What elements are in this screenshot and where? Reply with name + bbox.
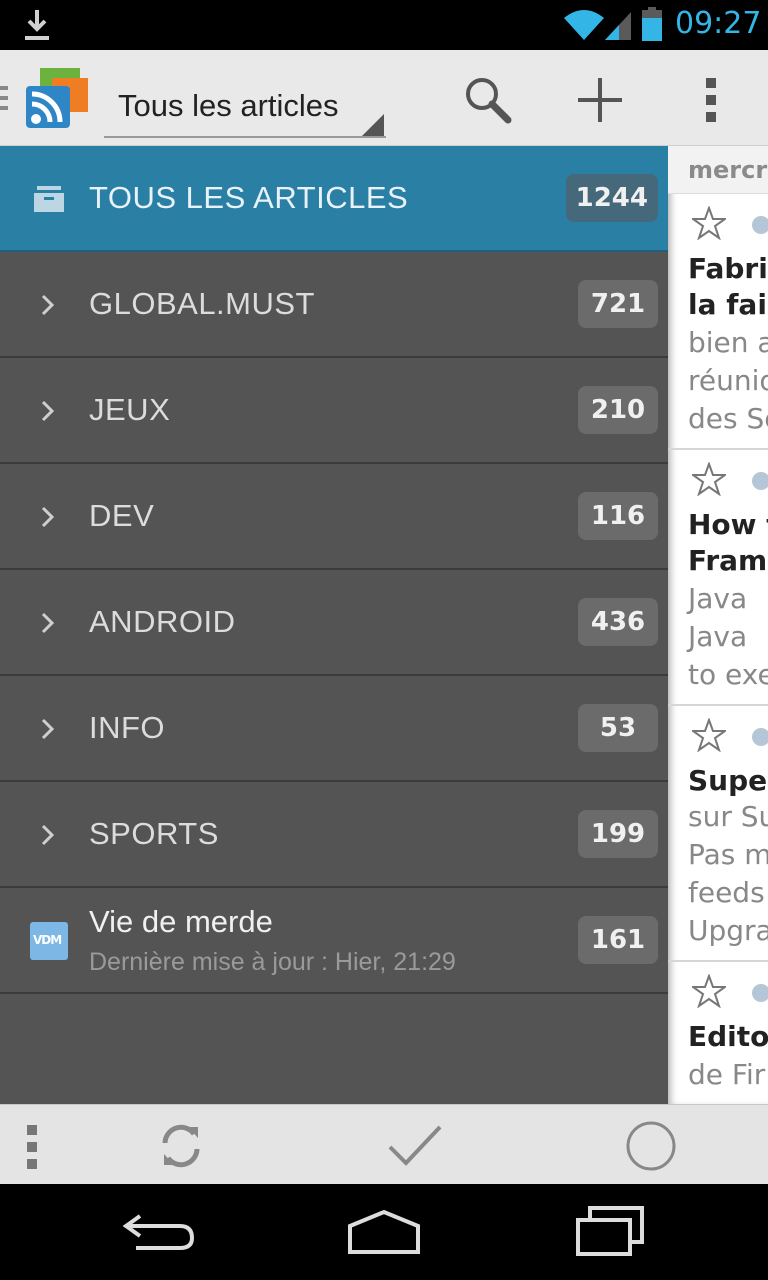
feed-spinner[interactable]: Tous les articles — [104, 60, 386, 138]
article-excerpt: bien a — [688, 326, 768, 359]
search-icon[interactable] — [462, 74, 514, 126]
drawer-item-all-articles[interactable]: TOUS LES ARTICLES 1244 — [0, 146, 668, 252]
circle-icon[interactable] — [624, 1119, 678, 1173]
article-excerpt: réunio — [688, 364, 768, 397]
unread-count-badge: 210 — [578, 386, 658, 434]
refresh-icon[interactable] — [156, 1121, 206, 1171]
overflow-icon[interactable] — [700, 74, 724, 126]
article-title: Fabric — [688, 252, 768, 285]
drawer-item-sports[interactable]: SPORTS 199 — [0, 782, 668, 888]
star-icon[interactable] — [692, 974, 726, 1008]
overflow-icon[interactable] — [22, 1123, 42, 1171]
app-logo-icon[interactable] — [26, 68, 90, 130]
feed-last-update: Dernière mise à jour : Hier, 21:29 — [89, 948, 456, 976]
add-icon[interactable] — [574, 74, 626, 126]
home-icon[interactable] — [344, 1208, 424, 1256]
system-nav-bar — [0, 1184, 768, 1280]
unread-count-badge: 436 — [578, 598, 658, 646]
drawer-item-jeux[interactable]: JEUX 210 — [0, 358, 668, 464]
article-excerpt: Pas m — [688, 838, 768, 871]
article-excerpt: feeds — [688, 876, 765, 909]
article-title: Super — [688, 764, 768, 797]
article-excerpt: de Fir — [688, 1058, 766, 1091]
feed-favicon: VDM — [30, 922, 68, 960]
drawer-item-label: DEV — [89, 498, 155, 533]
drawer-item-label: TOUS LES ARTICLES — [89, 180, 409, 215]
chevron-right-icon[interactable] — [38, 714, 58, 744]
star-icon[interactable] — [692, 206, 726, 240]
download-icon — [25, 10, 49, 40]
chevron-right-icon[interactable] — [38, 396, 58, 426]
unread-count-badge: 116 — [578, 492, 658, 540]
unread-dot — [752, 472, 768, 490]
unread-count-badge: 53 — [578, 704, 658, 752]
status-bar: 09:27 — [0, 0, 768, 50]
article-excerpt: des Se — [688, 402, 768, 435]
drawer-item-label: INFO — [89, 710, 166, 745]
article-card[interactable]: Fabric la fair bien a réunio des Se — [668, 194, 768, 450]
drawer-item-dev[interactable]: DEV 116 — [0, 464, 668, 570]
chevron-right-icon[interactable] — [38, 502, 58, 532]
archive-icon — [34, 186, 64, 212]
unread-dot — [752, 984, 768, 1002]
unread-count-badge: 199 — [578, 810, 658, 858]
spinner-triangle-icon — [362, 114, 384, 136]
unread-dot — [752, 728, 768, 746]
article-title: How t — [688, 508, 768, 541]
drawer-item-label: ANDROID — [89, 604, 236, 639]
action-bar: Tous les articles — [0, 50, 768, 146]
article-title: Frame — [688, 544, 768, 577]
drawer-item-label: JEUX — [89, 392, 171, 427]
feed-title: Vie de merde — [89, 904, 273, 939]
spinner-title: Tous les articles — [118, 88, 339, 123]
navigation-drawer: TOUS LES ARTICLES 1244 GLOBAL.MUST 721 J… — [0, 146, 668, 1104]
unread-count-badge: 721 — [578, 280, 658, 328]
drawer-feed-vie-de-merde[interactable]: VDM Vie de merde Dernière mise à jour : … — [0, 888, 668, 994]
article-excerpt: sur Su — [688, 800, 768, 833]
chevron-right-icon[interactable] — [38, 290, 58, 320]
drawer-item-info[interactable]: INFO 53 — [0, 676, 668, 782]
back-icon[interactable] — [120, 1210, 200, 1254]
article-card[interactable]: Edito de Fir — [668, 962, 768, 1104]
drawer-item-label: GLOBAL.MUST — [89, 286, 315, 321]
battery-icon — [642, 7, 662, 41]
star-icon[interactable] — [692, 462, 726, 496]
drawer-item-android[interactable]: ANDROID 436 — [0, 570, 668, 676]
article-card[interactable]: How t Frame Java Java to exe — [668, 450, 768, 706]
article-title: Edito — [688, 1020, 768, 1053]
unread-dot — [752, 216, 768, 234]
article-title: la fair — [688, 288, 768, 321]
wifi-icon — [564, 10, 604, 40]
star-icon[interactable] — [692, 718, 726, 752]
mark-read-icon[interactable] — [386, 1123, 444, 1169]
article-excerpt: Java — [688, 582, 748, 615]
chevron-right-icon[interactable] — [38, 608, 58, 638]
drawer-item-label: SPORTS — [89, 816, 219, 851]
article-excerpt: Upgra — [688, 914, 768, 947]
bottom-toolbar — [0, 1104, 768, 1184]
chevron-right-icon[interactable] — [38, 820, 58, 850]
unread-count-badge: 161 — [578, 916, 658, 964]
signal-icon — [605, 12, 631, 40]
article-list[interactable]: mercre Fabric la fair bien a réunio des … — [668, 146, 768, 1104]
status-time: 09:27 — [675, 6, 762, 41]
drawer-indicator-icon[interactable] — [0, 84, 10, 114]
recents-icon[interactable] — [572, 1204, 648, 1258]
article-excerpt: to exe — [688, 658, 768, 691]
unread-count-badge: 1244 — [565, 174, 658, 222]
article-excerpt: Java — [688, 620, 748, 653]
article-card[interactable]: Super sur Su Pas m feeds Upgra — [668, 706, 768, 962]
date-header: mercre — [668, 146, 768, 194]
drawer-item-global-must[interactable]: GLOBAL.MUST 721 — [0, 252, 668, 358]
